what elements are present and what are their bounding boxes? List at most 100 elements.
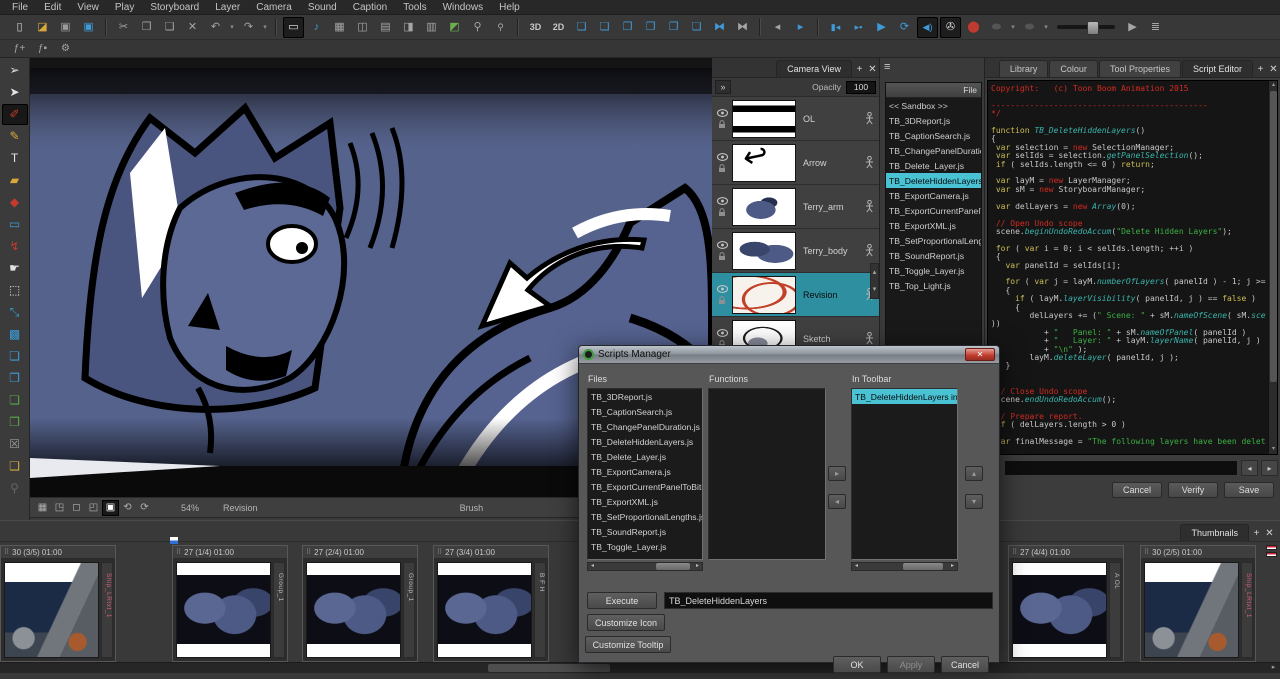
drag-handle-icon[interactable]: ⠿ xyxy=(1144,548,1149,556)
overview-icon[interactable]: ▥ xyxy=(421,17,442,38)
execute-button[interactable]: Execute xyxy=(587,592,657,609)
panel-arrow-tool[interactable]: ❏ xyxy=(2,346,28,367)
collapse-panel-icon[interactable]: » xyxy=(715,80,731,94)
add-panel-tool[interactable]: ❏ xyxy=(2,390,28,411)
close-view-icon[interactable]: ✕ xyxy=(1263,527,1276,541)
drag-handle-icon[interactable]: ⠿ xyxy=(1012,548,1017,556)
storyboard-panel-thumbnail[interactable]: ⠿ 30 (3/5) 01:00 Ship_LRtxt_1 xyxy=(0,545,116,662)
layer-visibility-icon[interactable] xyxy=(716,108,728,117)
move-left-button[interactable]: ◂ xyxy=(828,494,846,509)
dialog-close-button[interactable]: ✕ xyxy=(965,348,995,361)
Terry_arm[interactable]: Terry_arm xyxy=(712,185,879,229)
volume-slider[interactable] xyxy=(1057,21,1115,35)
menu-item[interactable]: Windows xyxy=(435,0,492,15)
display-select-icon[interactable]: ⬬ xyxy=(986,17,1007,38)
safe-area-icon[interactable]: ◳ xyxy=(51,500,68,516)
rotate-ccw-icon[interactable]: ⟲ xyxy=(119,500,136,516)
code-editor[interactable]: Copyright: (c) Toon Boom Animation 2015 … xyxy=(987,80,1278,455)
scroll-thumb[interactable] xyxy=(903,563,943,570)
scroll-down-icon[interactable]: ▾ xyxy=(871,281,878,298)
menu-item[interactable]: Play xyxy=(107,0,142,15)
layer-animate-icon[interactable] xyxy=(865,244,874,257)
opacity-input[interactable] xyxy=(846,80,876,94)
select-tool[interactable]: ➤ xyxy=(2,82,28,103)
script-file-item[interactable]: TB_3DReport.js xyxy=(886,113,981,128)
fields-icon[interactable]: ◰ xyxy=(85,500,102,516)
panel-menu-icon[interactable]: ≡ xyxy=(884,61,890,73)
dialog-file-item[interactable]: TB_ExportCamera.js xyxy=(588,464,702,479)
panel-image[interactable] xyxy=(176,562,271,658)
storyboard-panel-thumbnail[interactable]: ⠿ 27 (1/4) 01:00 Group_1 xyxy=(170,537,288,662)
layer-name[interactable]: OL xyxy=(803,114,865,124)
layer-visibility-icon[interactable] xyxy=(716,152,728,161)
dialog-file-item[interactable]: TB_3DReport.js xyxy=(588,389,702,404)
panel-image[interactable] xyxy=(4,562,99,658)
dropper-tool[interactable]: ↯ xyxy=(2,236,28,257)
scroll-up-icon[interactable]: ▴ xyxy=(871,264,878,281)
close-view-icon[interactable]: ✕ xyxy=(866,63,879,77)
code-scrollbar[interactable]: ▴ ▾ xyxy=(1268,81,1277,454)
panel-layer-strip[interactable]: Ship_LRtxt_1 xyxy=(1241,562,1253,658)
menu-item[interactable]: View xyxy=(69,0,107,15)
script-action-button[interactable]: Save xyxy=(1224,482,1274,498)
menu-item[interactable]: Edit xyxy=(36,0,69,15)
text-tool[interactable]: T xyxy=(2,148,28,169)
layer-visibility-icon[interactable] xyxy=(716,284,728,293)
tab-thumbnails[interactable]: Thumbnails xyxy=(1180,524,1249,541)
camera-select-icon[interactable]: ⬬ xyxy=(1019,17,1040,38)
tab-camera-view[interactable]: Camera View xyxy=(776,60,852,77)
layer-lock-icon[interactable] xyxy=(718,295,726,305)
reset-2d-icon[interactable]: 2D xyxy=(548,17,569,38)
paint-tool[interactable]: ◆ xyxy=(2,192,28,213)
panel-image[interactable] xyxy=(306,562,401,658)
rectangle-tool[interactable]: ▭ xyxy=(2,214,28,235)
hand-tool[interactable]: ☛ xyxy=(2,258,28,279)
new-scene-icon[interactable]: ❐ xyxy=(640,17,661,38)
new-panel-before-icon[interactable]: ❏ xyxy=(594,17,615,38)
script-action-button[interactable]: Verify xyxy=(1168,482,1218,498)
panel-image[interactable] xyxy=(1144,562,1239,658)
new-icon[interactable]: ▯ xyxy=(9,17,30,38)
file-column-header[interactable]: File xyxy=(886,83,981,98)
zoom-out-icon[interactable]: ⚲ xyxy=(490,17,511,38)
lock-panel-tool[interactable]: ❑ xyxy=(2,456,28,477)
panel-image[interactable] xyxy=(437,562,532,658)
script-file-item[interactable]: TB_ExportXML.js xyxy=(886,218,981,233)
layer-lock-icon[interactable] xyxy=(718,207,726,217)
stamp-icon[interactable]: ≣ xyxy=(1145,17,1166,38)
Terry_body[interactable]: Terry_body xyxy=(712,229,879,273)
layer-visibility-icon[interactable] xyxy=(716,328,728,337)
camera-preview-icon[interactable]: ✇ xyxy=(940,16,961,38)
script-file-item[interactable]: TB_DeleteHiddenLayers.js xyxy=(886,173,981,188)
panel-image[interactable] xyxy=(1012,562,1107,658)
undo-caret-icon[interactable]: ▾ xyxy=(228,17,236,38)
move-up-button[interactable]: ▴ xyxy=(965,466,983,481)
panel-layer-strip[interactable]: Group_1 xyxy=(273,562,285,658)
layer-animate-icon[interactable] xyxy=(865,332,874,345)
script-file-item[interactable]: TB_SoundReport.js xyxy=(886,248,981,263)
script-file-item[interactable]: TB_ChangePanelDuration.js xyxy=(886,143,981,158)
layer-thumbnail[interactable] xyxy=(732,231,796,270)
layer-animate-icon[interactable] xyxy=(865,200,874,213)
add-view-icon[interactable]: + xyxy=(853,63,866,77)
layer-name[interactable]: Terry_body xyxy=(803,246,865,256)
script-action-button[interactable]: Cancel xyxy=(1112,482,1162,498)
dialog-file-item[interactable]: TB_ExportXML.js xyxy=(588,494,702,509)
undo-icon[interactable]: ↶ xyxy=(205,17,226,38)
cancel-button[interactable]: Cancel xyxy=(941,656,989,673)
script-file-item[interactable]: TB_ExportCurrentPanelToB xyxy=(886,203,981,218)
new-script-icon[interactable]: ƒ+ xyxy=(9,41,30,57)
close-view-icon[interactable]: ✕ xyxy=(1267,63,1280,77)
first-frame-icon[interactable]: ▮◂ xyxy=(825,17,846,38)
storyboard-panel-thumbnail[interactable]: ⠿ 27 (2/4) 01:00 Group_1 xyxy=(302,545,418,662)
script-file-item[interactable]: TB_Toggle_Layer.js xyxy=(886,263,981,278)
Arrow[interactable]: Arrow xyxy=(712,141,879,185)
layer-visibility-icon[interactable] xyxy=(716,240,728,249)
dialog-file-item[interactable]: TB_DeleteHiddenLayers.js xyxy=(588,434,702,449)
storyboard-panel-thumbnail[interactable]: ⠿ 27 (3/4) 01:00 B F H xyxy=(433,545,549,662)
panel-layer-strip[interactable]: Group_1 xyxy=(403,562,415,658)
scroll-right-icon[interactable]: ▸ xyxy=(693,563,702,570)
camera-caret-icon[interactable]: ▾ xyxy=(1042,17,1050,38)
paste-icon[interactable]: ❏ xyxy=(159,17,180,38)
two-panel-view-icon[interactable]: ◫ xyxy=(352,17,373,38)
